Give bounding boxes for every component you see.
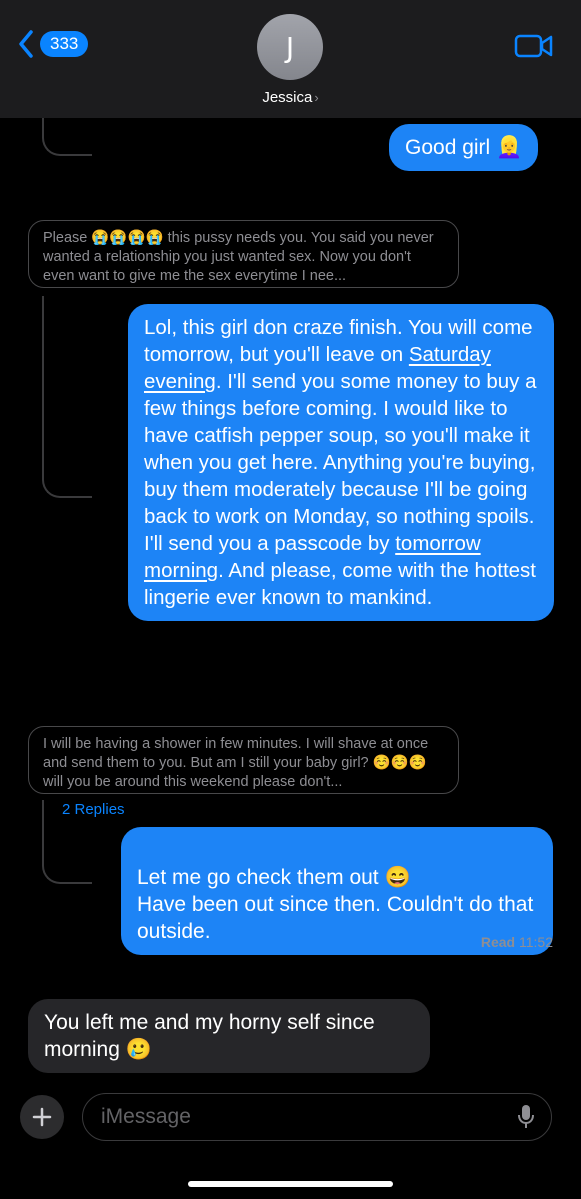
chevron-right-icon: › [314,90,319,105]
read-label: Read [480,934,516,950]
incoming-message-bubble[interactable]: You left me and my horny self since morn… [28,999,430,1073]
video-camera-icon [514,34,553,58]
replies-link[interactable]: 2 Replies [62,801,125,818]
apps-plus-button[interactable] [20,1095,64,1139]
video-call-button[interactable] [514,33,554,64]
outgoing-message-bubble[interactable]: Good girl 👱‍♀️ [389,124,539,171]
quoted-message[interactable]: Please 😭😭😭😭 this pussy needs you. You sa… [28,220,459,288]
plus-icon [32,1107,52,1127]
thread-connector [42,800,44,828]
back-button[interactable]: 333 [18,30,89,58]
home-indicator[interactable] [188,1181,393,1187]
read-receipt: Read 11:52 [481,934,553,950]
imessage-input[interactable] [99,1104,483,1130]
quoted-message-text: Please 😭😭😭😭 this pussy needs you. You sa… [43,230,434,284]
contact-name-label: Jessica [262,89,313,106]
contact-name[interactable]: Jessica › [0,89,581,106]
thread-connector [42,828,92,884]
thread-connector [42,296,92,498]
quoted-message-text: I will be having a shower in few minutes… [43,736,429,790]
message-input-field[interactable] [82,1093,552,1141]
message-text: Good girl 👱‍♀️ [405,136,523,159]
quoted-message[interactable]: I will be having a shower in few minutes… [28,726,459,794]
chevron-left-icon [19,30,33,58]
message-text: . I'll send you some money to buy a few … [144,370,537,555]
avatar[interactable]: J [257,14,323,80]
message-text: Let me go check them out 😄 Have been out… [137,866,534,943]
microphone-icon[interactable] [517,1104,535,1130]
conversation-header: 333 J Jessica › [0,0,581,118]
unread-count-badge: 333 [40,31,89,57]
message-text: You left me and my horny self since morn… [44,1011,375,1061]
read-time: 11:52 [519,934,553,950]
thread-connector [42,118,92,156]
outgoing-message-bubble[interactable]: Lol, this girl don craze finish. You wil… [128,304,554,621]
